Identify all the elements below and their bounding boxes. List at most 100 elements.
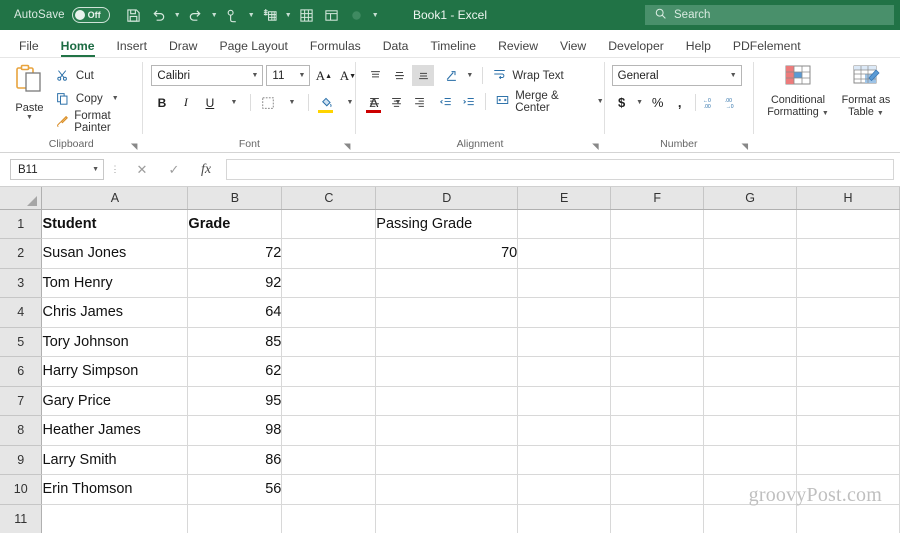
cell-f9[interactable] (610, 445, 705, 475)
conditional-formatting-button[interactable]: Conditional Formatting ▼ (764, 62, 832, 121)
clipboard-dialog-launcher-icon[interactable]: ◥ (131, 141, 138, 152)
merge-center-dropdown-icon[interactable]: ▼ (597, 98, 604, 105)
column-header-h[interactable]: H (796, 187, 900, 210)
cell-c4[interactable] (281, 297, 377, 328)
cell-c3[interactable] (281, 268, 377, 298)
tab-timeline[interactable]: Timeline (419, 36, 487, 57)
cell-c1[interactable] (281, 209, 377, 239)
row-header-7[interactable]: 7 (0, 386, 43, 416)
search-input[interactable]: Search (645, 5, 894, 25)
number-format-select[interactable]: General ▼ (611, 65, 742, 86)
font-name-input[interactable]: Calibri ▼ (151, 65, 264, 86)
cell-b10[interactable]: 56 (187, 474, 283, 505)
cell-a3[interactable]: Tom Henry (41, 268, 189, 298)
increase-indent-icon[interactable] (458, 91, 478, 112)
undo-dropdown-icon[interactable]: ▼ (172, 3, 183, 27)
cell-b4[interactable]: 64 (187, 297, 283, 328)
fill-color-icon[interactable] (315, 92, 336, 113)
paste-button[interactable]: Paste ▼ (6, 62, 53, 122)
cell-a1[interactable]: Student (41, 209, 189, 239)
cell-d11[interactable] (375, 504, 519, 533)
decrease-font-size-icon[interactable]: A ▼ (337, 65, 358, 86)
cell-f5[interactable] (610, 327, 705, 357)
cell-c9[interactable] (281, 445, 377, 475)
cell-a4[interactable]: Chris James (41, 297, 189, 328)
number-dialog-launcher-icon[interactable]: ◥ (741, 141, 748, 152)
cell-c5[interactable] (281, 327, 377, 357)
column-header-g[interactable]: G (703, 187, 798, 210)
cell-a11[interactable] (41, 504, 189, 533)
cell-g8[interactable] (703, 415, 798, 446)
name-box[interactable]: B11 ▼ (10, 159, 104, 180)
cell-e9[interactable] (517, 445, 612, 475)
row-header-3[interactable]: 3 (0, 268, 43, 298)
align-right-icon[interactable] (409, 91, 429, 112)
conditional-formatting-dropdown-icon[interactable]: ▼ (822, 110, 829, 117)
check-icon[interactable]: ✓ (158, 159, 190, 181)
cell-e6[interactable] (517, 356, 612, 387)
decrease-indent-icon[interactable] (436, 91, 456, 112)
alignment-dialog-launcher-icon[interactable]: ◥ (592, 141, 599, 152)
cell-f6[interactable] (610, 356, 705, 387)
format-as-table-button[interactable]: Format as Table ▼ (832, 62, 900, 121)
cell-b6[interactable]: 62 (187, 356, 283, 387)
column-header-b[interactable]: B (187, 187, 283, 210)
align-bottom-icon[interactable] (412, 65, 435, 86)
cell-a9[interactable]: Larry Smith (41, 445, 189, 475)
column-header-e[interactable]: E (517, 187, 612, 210)
cell-e11[interactable] (517, 504, 612, 533)
tab-help[interactable]: Help (675, 36, 722, 57)
cell-d7[interactable] (375, 386, 519, 416)
touch-mode-dropdown-icon[interactable]: ▼ (246, 3, 257, 27)
cell-c2[interactable] (281, 238, 377, 269)
currency-icon[interactable]: $ (612, 92, 632, 113)
align-top-icon[interactable] (364, 65, 386, 86)
wrap-text-button[interactable]: Wrap Text (488, 65, 564, 86)
row-header-2[interactable]: 2 (0, 238, 43, 269)
cell-f11[interactable] (610, 504, 705, 533)
cell-e2[interactable] (517, 238, 612, 269)
cell-a5[interactable]: Tory Johnson (41, 327, 189, 357)
cell-d9[interactable] (375, 445, 519, 475)
borders-dropdown-icon[interactable]: ▼ (281, 92, 302, 113)
format-as-table-dropdown-icon[interactable]: ▼ (877, 110, 884, 117)
underline-button[interactable]: U (199, 92, 220, 113)
pivot-icon[interactable] (320, 3, 344, 27)
row-header-4[interactable]: 4 (0, 297, 43, 328)
cell-f10[interactable] (610, 474, 705, 505)
row-header-5[interactable]: 5 (0, 327, 43, 357)
cell-g3[interactable] (703, 268, 798, 298)
cell-b8[interactable]: 98 (187, 415, 283, 446)
italic-button[interactable]: I (175, 92, 196, 113)
customize-qat-icon[interactable]: ▼ (370, 3, 381, 27)
cell-d8[interactable] (375, 415, 519, 446)
cell-d4[interactable] (375, 297, 519, 328)
borders-icon[interactable] (257, 92, 278, 113)
cell-g5[interactable] (703, 327, 798, 357)
cell-b2[interactable]: 72 (187, 238, 283, 269)
cell-h5[interactable] (796, 327, 900, 357)
cell-c10[interactable] (281, 474, 377, 505)
cell-d1[interactable]: Passing Grade (375, 209, 519, 239)
formula-input[interactable] (226, 159, 894, 180)
sort-filter-dropdown-icon[interactable]: ▼ (283, 3, 294, 27)
chevron-down-icon[interactable]: ▼ (726, 72, 737, 79)
font-size-input[interactable]: 11 ▼ (266, 65, 311, 86)
percent-icon[interactable]: % (648, 92, 668, 113)
cell-b3[interactable]: 92 (187, 268, 283, 298)
cell-f8[interactable] (610, 415, 705, 446)
currency-dropdown-icon[interactable]: ▼ (634, 92, 646, 113)
autosave-control[interactable]: AutoSave Off (0, 7, 110, 23)
cell-g6[interactable] (703, 356, 798, 387)
column-header-a[interactable]: A (41, 187, 189, 210)
cell-h4[interactable] (796, 297, 900, 328)
cell-h6[interactable] (796, 356, 900, 387)
orientation-dropdown-icon[interactable]: ▼ (464, 65, 475, 86)
cell-g1[interactable] (703, 209, 798, 239)
formula-bar-handle[interactable]: ⋮ (104, 165, 126, 174)
redo-dropdown-icon[interactable]: ▼ (209, 3, 220, 27)
increase-font-size-icon[interactable]: A ▲ (313, 65, 334, 86)
tab-pdfelement[interactable]: PDFelement (722, 36, 812, 57)
cell-a6[interactable]: Harry Simpson (41, 356, 189, 387)
cell-b1[interactable]: Grade (187, 209, 283, 239)
